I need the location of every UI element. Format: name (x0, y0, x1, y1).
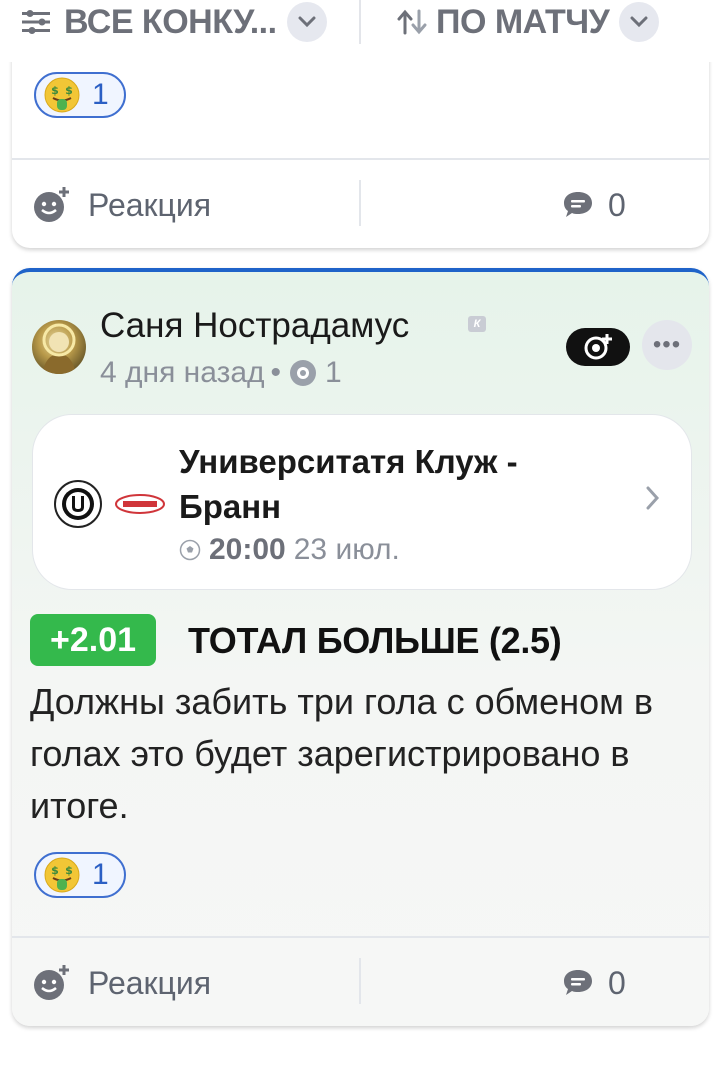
odds-badge: +2.01 (30, 614, 156, 666)
svg-text:$: $ (51, 84, 59, 97)
comment-icon (564, 970, 592, 995)
match-title: Университатя Клуж - Бранн (179, 443, 518, 525)
comments-count: 0 (608, 964, 626, 1001)
sort-icon (397, 9, 427, 35)
topbar-divider (359, 0, 361, 44)
comment-icon (564, 192, 592, 217)
meta-separator: • (270, 356, 282, 389)
comments-count: 0 (608, 186, 626, 223)
reaction-label: Реакция (88, 964, 212, 1001)
avatar[interactable] (32, 320, 86, 374)
match-card[interactable]: Университатя Клуж - Бранн 20:00 23 июл. (32, 414, 692, 590)
money-mouth-emoji-icon: $ $ (44, 77, 80, 113)
chevron-down-icon (286, 2, 327, 42)
avatar-image (42, 323, 76, 374)
more-icon: ••• (652, 331, 682, 358)
follow-button[interactable] (566, 328, 630, 366)
reaction-count: 1 (92, 858, 109, 891)
post-time: 4 дня назад (100, 356, 265, 389)
comments-button[interactable]: 0 (562, 160, 626, 250)
views-count: 1 (325, 356, 342, 389)
post-meta: 4 дня назад • 1 (100, 356, 342, 390)
reaction-label: Реакция (88, 186, 212, 223)
bet-title: ТОТАЛ БОЛЬШЕ (2.5) (188, 620, 562, 661)
svg-text:$: $ (51, 864, 59, 877)
add-target-icon (584, 334, 612, 360)
competition-filter[interactable]: ВСЕ КОНКУ... (22, 0, 327, 44)
svg-text:$: $ (65, 864, 73, 877)
footer-divider (359, 958, 361, 1004)
match-date: 23 июл. (293, 533, 400, 566)
reaction-pill[interactable]: $ $ 1 (34, 852, 126, 898)
author-name[interactable]: Саня Нострадамус (100, 306, 409, 346)
prev-post-card: $ $ 1 Реакция 0 (12, 40, 709, 248)
reaction-pill[interactable]: $ $ 1 (34, 72, 126, 118)
match-time: 20:00 (209, 533, 286, 566)
team-logo-brann (115, 494, 165, 514)
chevron-right-icon (646, 486, 660, 510)
post-footer: Реакция 0 (12, 938, 709, 1028)
chevron-down-icon (619, 2, 660, 42)
filter-icon (22, 10, 50, 34)
eye-icon (290, 360, 317, 386)
filter-bar: ВСЕ КОНКУ... ПО МАТЧУ (0, 0, 719, 62)
add-reaction-icon (34, 965, 69, 1000)
more-options-button[interactable]: ••• (642, 320, 692, 370)
author-level-badge: К (468, 316, 486, 332)
footer-divider (359, 180, 361, 226)
add-reaction-button[interactable]: Реакция (32, 938, 211, 1028)
comments-button[interactable]: 0 (562, 938, 626, 1028)
sort-filter[interactable]: ПО МАТЧУ (396, 0, 660, 44)
post-footer: Реакция 0 (12, 160, 709, 250)
ball-icon (179, 539, 201, 561)
team-logo-universitatea-cluj (54, 480, 102, 528)
post-text: Должны забить три гола с обменом в голах… (30, 681, 653, 826)
svg-text:$: $ (65, 84, 73, 97)
money-mouth-emoji-icon: $ $ (44, 857, 80, 893)
reaction-count: 1 (92, 78, 109, 111)
add-reaction-icon (34, 187, 69, 222)
competition-filter-label: ВСЕ КОНКУ... (64, 2, 277, 41)
add-reaction-button[interactable]: Реакция (32, 160, 211, 250)
sort-filter-label: ПО МАТЧУ (436, 2, 610, 41)
prediction-post-card: Саня Нострадамус К 4 дня назад • 1 ••• У… (12, 268, 709, 1026)
match-time-row: 20:00 23 июл. (179, 533, 400, 567)
